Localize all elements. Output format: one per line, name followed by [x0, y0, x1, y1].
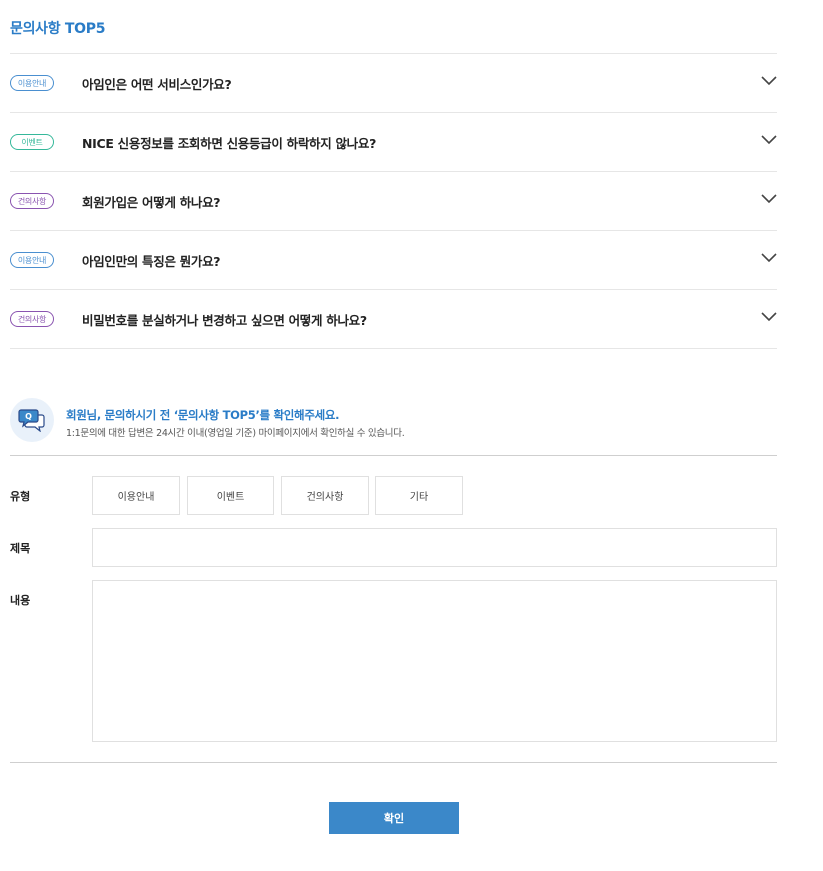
type-option-suggestion[interactable]: 건의사항 [281, 476, 369, 515]
submit-button[interactable]: 확인 [329, 802, 459, 834]
notice-title: 회원님, 문의하시기 전 ‘문의사항 TOP5’를 확인해주세요. [66, 408, 340, 422]
faq-question: 아임인만의 특징은 뭔가요? [82, 253, 221, 269]
faq-category-badge: 이용안내 [10, 75, 54, 91]
svg-text:Q: Q [25, 412, 32, 421]
form-divider [10, 762, 777, 763]
notice-banner: Q 회원님, 문의하시기 전 ‘문의사항 TOP5’를 확인해주세요. 1:1문… [10, 398, 777, 456]
title-input[interactable] [92, 528, 777, 567]
body-textarea[interactable] [92, 580, 777, 742]
chevron-down-icon[interactable] [761, 135, 777, 145]
chevron-down-icon[interactable] [761, 312, 777, 322]
notice-description: 1:1문의에 대한 답변은 24시간 이내(영업일 기준) 마이페이지에서 확인… [66, 428, 405, 439]
title-label: 제목 [10, 542, 31, 555]
section-title: 문의사항 TOP5 [10, 21, 106, 37]
type-label: 유형 [10, 490, 31, 503]
q-speech-bubble-icon: Q [10, 398, 54, 442]
faq-item[interactable]: 이용안내 아임인만의 특징은 뭔가요? [10, 231, 777, 290]
faq-category-badge: 건의사항 [10, 311, 54, 327]
type-option-guide[interactable]: 이용안내 [92, 476, 180, 515]
faq-category-badge: 이벤트 [10, 134, 54, 150]
faq-question: NICE 신용정보를 조회하면 신용등급이 하락하지 않나요? [82, 135, 377, 151]
faq-item[interactable]: 이용안내 아임인은 어떤 서비스인가요? [10, 54, 777, 113]
faq-question: 회원가입은 어떻게 하나요? [82, 194, 221, 210]
faq-category-badge: 건의사항 [10, 193, 54, 209]
faq-list: 이용안내 아임인은 어떤 서비스인가요? 이벤트 NICE 신용정보를 조회하면… [10, 53, 777, 349]
faq-category-badge: 이용안내 [10, 252, 54, 268]
faq-question: 아임인은 어떤 서비스인가요? [82, 76, 232, 92]
chevron-down-icon[interactable] [761, 253, 777, 263]
type-option-event[interactable]: 이벤트 [187, 476, 274, 515]
faq-item[interactable]: 건의사항 회원가입은 어떻게 하나요? [10, 172, 777, 231]
chevron-down-icon[interactable] [761, 194, 777, 204]
faq-item[interactable]: 이벤트 NICE 신용정보를 조회하면 신용등급이 하락하지 않나요? [10, 113, 777, 172]
chevron-down-icon[interactable] [761, 76, 777, 86]
faq-question: 비밀번호를 분실하거나 변경하고 싶으면 어떻게 하나요? [82, 312, 367, 328]
type-option-other[interactable]: 기타 [375, 476, 463, 515]
faq-item[interactable]: 건의사항 비밀번호를 분실하거나 변경하고 싶으면 어떻게 하나요? [10, 290, 777, 349]
body-label: 내용 [10, 594, 31, 607]
